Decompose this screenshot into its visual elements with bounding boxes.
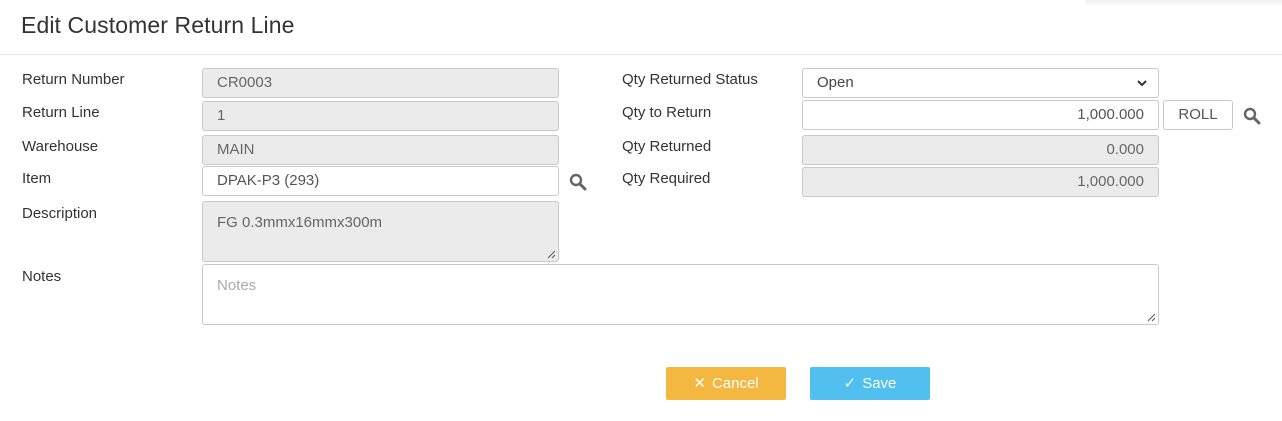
qty-returned-label: Qty Returned: [622, 138, 712, 155]
notes-placeholder: Notes: [217, 277, 257, 294]
cancel-button-label: Cancel: [711, 375, 759, 392]
qty-required-field: 1,000.000: [802, 167, 1159, 197]
qty-to-return-input[interactable]: 1,000.000: [802, 100, 1159, 130]
description-textarea: FG 0.3mmx16mmx300m: [202, 201, 559, 262]
description-text: FG 0.3mmx16mmx300m: [217, 214, 383, 231]
return-number-field: CR0003: [202, 68, 559, 98]
qty-required-label: Qty Required: [622, 170, 711, 187]
warehouse-field: MAIN: [202, 135, 559, 165]
warehouse-label: Warehouse: [22, 138, 99, 155]
resize-handle-icon[interactable]: [1147, 313, 1156, 322]
chevron-down-icon: [1137, 80, 1147, 87]
notes-label: Notes: [22, 268, 62, 285]
description-label: Description: [22, 205, 98, 222]
qty-returned-status-label: Qty Returned Status: [622, 71, 758, 88]
qty-to-return-label: Qty to Return: [622, 104, 712, 121]
window-edge-shadow: [1085, 0, 1282, 6]
item-label: Item: [22, 170, 52, 187]
page-title: Edit Customer Return Line: [21, 12, 295, 38]
uom-search-icon[interactable]: [1243, 107, 1261, 125]
close-icon: ✕: [693, 375, 706, 392]
save-button-label: Save: [862, 375, 897, 392]
save-button[interactable]: ✓ Save: [810, 367, 930, 400]
cancel-button[interactable]: ✕ Cancel: [666, 367, 786, 400]
item-search-icon[interactable]: [569, 173, 587, 191]
qty-returned-field: 0.000: [802, 135, 1159, 165]
qty-returned-status-select[interactable]: Open: [802, 68, 1159, 98]
resize-handle-icon[interactable]: [547, 250, 556, 259]
return-line-label: Return Line: [22, 104, 100, 121]
qty-returned-status-value: Open: [817, 74, 854, 91]
return-line-field: 1: [202, 101, 559, 131]
check-icon: ✓: [843, 375, 857, 392]
item-input[interactable]: DPAK-P3 (293): [202, 166, 559, 196]
title-divider: [0, 54, 1282, 55]
uom-field[interactable]: ROLL: [1163, 100, 1233, 130]
return-number-label: Return Number: [22, 71, 125, 88]
notes-textarea[interactable]: Notes: [202, 264, 1159, 325]
